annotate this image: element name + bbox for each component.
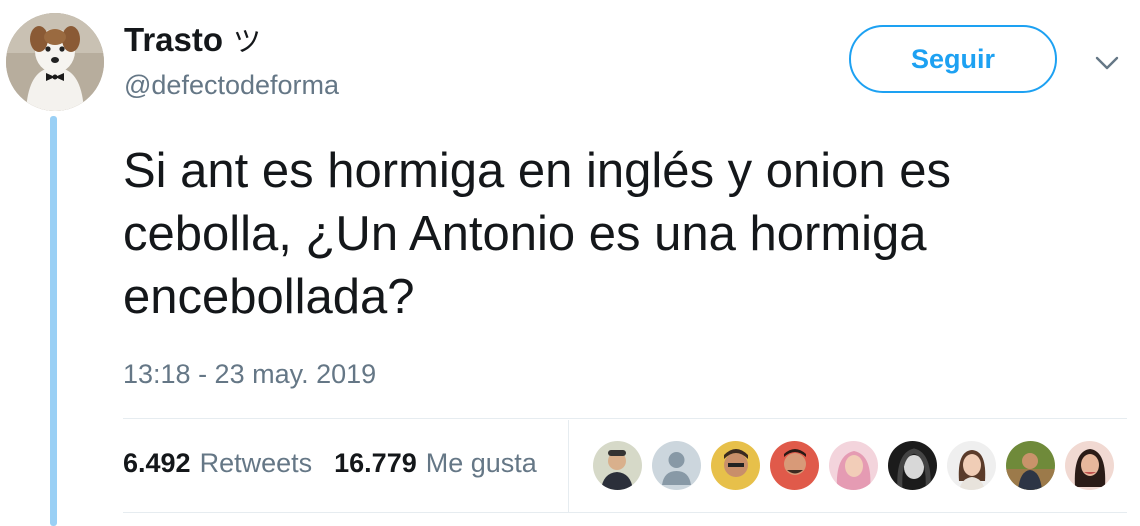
retweets-count: 6.492 xyxy=(123,448,191,478)
tweet-menu-button[interactable] xyxy=(1094,50,1120,76)
liker-avatar[interactable] xyxy=(711,441,760,490)
liker-avatar[interactable] xyxy=(829,441,878,490)
follow-button[interactable]: Seguir xyxy=(849,25,1057,93)
thread-line xyxy=(50,116,57,526)
liker-avatar[interactable] xyxy=(770,441,819,490)
likes-label: Me gusta xyxy=(425,448,537,478)
liker-avatars xyxy=(593,441,1114,490)
likes-stat[interactable]: 16.779 Me gusta xyxy=(334,448,537,479)
retweets-label: Retweets xyxy=(199,448,313,478)
author-display-name[interactable]: Trasto xyxy=(124,21,223,59)
liker-avatar[interactable] xyxy=(1006,441,1055,490)
dog-avatar-icon xyxy=(6,13,104,111)
chevron-down-icon xyxy=(1095,56,1119,70)
divider-bottom xyxy=(123,512,1127,513)
author-name-row[interactable]: Trasto ツ xyxy=(124,20,261,60)
name-emoji: ツ xyxy=(233,25,262,58)
liker-avatar[interactable] xyxy=(652,441,701,490)
liker-avatar[interactable] xyxy=(1065,441,1114,490)
stats-divider xyxy=(568,420,569,512)
liker-avatar[interactable] xyxy=(888,441,937,490)
divider-top xyxy=(123,418,1127,419)
tweet-text: Si ant es hormiga en inglés y onion es c… xyxy=(123,144,952,324)
author-handle[interactable]: @defectodeforma xyxy=(124,70,339,101)
tweet-stats: 6.492 Retweets 16.779 Me gusta xyxy=(123,448,537,479)
retweets-stat[interactable]: 6.492 Retweets xyxy=(123,448,312,479)
liker-avatar[interactable] xyxy=(947,441,996,490)
likes-count: 16.779 xyxy=(334,448,417,478)
tweet-timestamp[interactable]: 13:18 - 23 may. 2019 xyxy=(123,359,376,390)
liker-avatar[interactable] xyxy=(593,441,642,490)
author-avatar[interactable] xyxy=(6,13,104,111)
